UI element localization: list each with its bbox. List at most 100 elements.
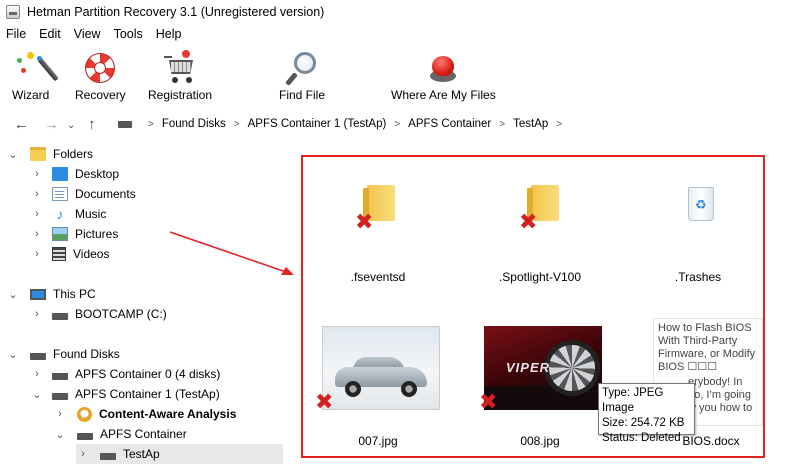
chevron-right-icon[interactable]: › — [55, 408, 65, 420]
car-logo-text: VIPER — [506, 360, 551, 375]
folder-icon — [30, 147, 46, 161]
deleted-x-icon: ✖ — [355, 209, 374, 234]
tree-label: Folders — [53, 147, 94, 161]
tree-label: APFS Container 1 (TestAp) — [75, 387, 220, 401]
tree-item-videos[interactable]: › Videos — [32, 244, 109, 264]
crumb-found-disks[interactable]: Found Disks — [162, 118, 226, 130]
chevron-right-icon[interactable]: › — [32, 208, 42, 220]
preview-line: With Third-Party — [658, 335, 738, 347]
file-tile-fseventsd[interactable]: ✖ .fseventsd — [303, 157, 453, 297]
file-name: 007.jpg — [358, 434, 398, 448]
find-file-button[interactable]: Find File — [279, 50, 325, 102]
chevron-right-icon[interactable]: › — [32, 168, 42, 180]
tree-label: Pictures — [75, 227, 119, 241]
tree-item-folders[interactable]: ⌄ Folders — [8, 144, 93, 164]
document-icon — [52, 187, 68, 201]
find-file-label: Find File — [279, 88, 326, 102]
chevron-right-icon: > — [499, 118, 506, 130]
deleted-x-icon: ✖ — [315, 389, 334, 414]
film-strip-icon — [52, 247, 66, 261]
chevron-down-icon[interactable]: ⌄ — [8, 348, 18, 361]
tree-label: Videos — [73, 247, 110, 261]
magic-wand-icon — [13, 50, 59, 86]
pictures-icon — [52, 227, 68, 241]
recovery-button[interactable]: Recovery — [75, 50, 126, 102]
tree-item-this-pc[interactable]: ⌄ This PC — [8, 284, 96, 304]
file-tile-trashes[interactable]: ♻ .Trashes — [633, 157, 763, 297]
registration-label: Registration — [148, 88, 213, 102]
tree-item-apfs-container[interactable]: ⌄ APFS Container — [55, 424, 186, 444]
tree-item-found-disks[interactable]: ⌄ Found Disks — [8, 344, 119, 364]
tree-label: This PC — [53, 287, 96, 301]
menu-file[interactable]: File — [6, 27, 26, 41]
menu-tools[interactable]: Tools — [114, 27, 143, 41]
wizard-label: Wizard — [12, 88, 50, 102]
file-tooltip: Type: JPEG Image Size: 254.72 KB Status:… — [598, 383, 695, 444]
recycle-bin-icon: ♻ — [688, 187, 714, 221]
tree-item-testap[interactable]: › TestAp — [76, 444, 283, 464]
tree-label: Desktop — [75, 167, 120, 181]
monitor-icon — [30, 288, 46, 300]
wizard-button[interactable]: Wizard — [12, 50, 59, 102]
tree-item-apfs-container-0[interactable]: › APFS Container 0 (4 disks) — [32, 364, 220, 384]
app-drive-icon — [6, 5, 20, 19]
tree-item-apfs-container-1[interactable]: ⌄ APFS Container 1 (TestAp) — [32, 384, 220, 404]
drive-icon — [52, 373, 68, 380]
tree-label: BOOTCAMP (C:) — [75, 307, 167, 321]
back-arrow-icon[interactable]: ← — [14, 116, 29, 133]
up-arrow-icon[interactable]: ↑ — [88, 116, 96, 133]
tree-item-content-aware-analysis[interactable]: › Content-Aware Analysis — [55, 404, 236, 424]
tree-item-music[interactable]: › ♪ Music — [32, 204, 106, 224]
crumb-apfs-container[interactable]: APFS Container — [408, 118, 491, 130]
title-bar: Hetman Partition Recovery 3.1 (Unregiste… — [0, 0, 788, 24]
file-tile-007[interactable]: ✖ 007.jpg — [303, 320, 453, 456]
forward-arrow-icon[interactable]: → — [44, 116, 59, 133]
file-tile-spotlight[interactable]: ✖ .Spotlight-V100 — [465, 157, 615, 297]
tree-label: TestAp — [123, 447, 160, 461]
where-are-my-files-button[interactable]: Where Are My Files — [391, 50, 496, 102]
chevron-right-icon[interactable]: › — [32, 308, 42, 320]
file-name: .Spotlight-V100 — [498, 270, 582, 284]
car-wheel-photo-thumbnail: VIPER — [484, 326, 602, 410]
tree-item-documents[interactable]: › Documents — [32, 184, 136, 204]
chevron-right-icon[interactable]: › — [32, 368, 42, 380]
tooltip-status: Status: Deleted — [602, 432, 681, 444]
tree-item-bootcamp[interactable]: › BOOTCAMP (C:) — [32, 304, 167, 324]
tree-label: APFS Container 0 (4 disks) — [75, 367, 221, 381]
preview-line: How to Flash BIOS — [658, 322, 752, 334]
address-bar: ← → ⌄ ↑ > Found Disks > APFS Container 1… — [0, 112, 788, 138]
crumb-apfs-container-1[interactable]: APFS Container 1 (TestAp) — [248, 118, 387, 130]
menu-help[interactable]: Help — [156, 27, 182, 41]
recovery-label: Recovery — [75, 88, 126, 102]
history-chevron-icon[interactable]: ⌄ — [67, 120, 75, 131]
tree-label: Music — [75, 207, 107, 221]
chevron-right-icon[interactable]: › — [32, 228, 42, 240]
crumb-testap[interactable]: TestAp — [513, 118, 548, 130]
file-view-panel: ✖ .fseventsd ✖ .Spotlight-V100 ♻ .Trashe… — [301, 155, 765, 458]
chevron-right-icon[interactable]: › — [32, 188, 42, 200]
file-tile-008[interactable]: VIPER ✖ 008.jpg — [465, 320, 615, 456]
drive-icon — [52, 313, 68, 320]
drive-icon — [77, 433, 93, 440]
menu-view[interactable]: View — [74, 27, 101, 41]
tree-item-desktop[interactable]: › Desktop — [32, 164, 119, 184]
chevron-down-icon[interactable]: ⌄ — [32, 388, 42, 401]
drive-icon — [118, 121, 132, 128]
chevron-right-icon: > — [233, 118, 240, 130]
analysis-magnifier-icon — [77, 406, 92, 422]
chevron-down-icon[interactable]: ⌄ — [55, 428, 65, 441]
where-files-label: Where Are My Files — [391, 88, 496, 102]
chevron-down-icon[interactable]: ⌄ — [8, 288, 18, 301]
chevron-right-icon: > — [556, 118, 563, 130]
chevron-down-icon[interactable]: ⌄ — [8, 148, 18, 161]
preview-line: Firmware, or Modify — [658, 348, 756, 360]
chevron-right-icon[interactable]: › — [78, 448, 88, 460]
tree-item-pictures[interactable]: › Pictures — [32, 224, 118, 244]
registration-button[interactable]: Registration — [148, 50, 212, 102]
menu-edit[interactable]: Edit — [39, 27, 61, 41]
tooltip-size: Size: 254.72 KB — [602, 417, 685, 429]
drive-icon — [100, 453, 116, 460]
breadcrumb: > Found Disks > APFS Container 1 (TestAp… — [140, 118, 570, 130]
chevron-right-icon[interactable]: › — [32, 248, 42, 260]
shopping-cart-icon — [162, 50, 198, 86]
